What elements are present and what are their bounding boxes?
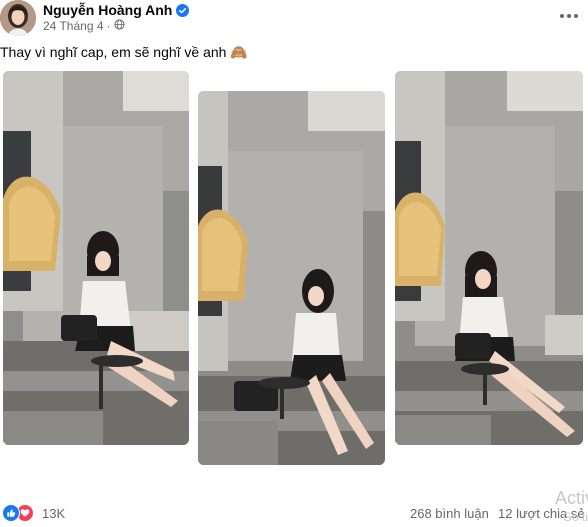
- post-photo-1[interactable]: [3, 71, 189, 445]
- post-date[interactable]: 24 Tháng 4: [43, 19, 104, 33]
- more-dot-icon: [560, 14, 564, 18]
- globe-icon[interactable]: [113, 19, 125, 33]
- more-dot-icon: [567, 14, 571, 18]
- post-header: Nguyễn Hoàng Anh 24 Tháng 4 ·: [0, 0, 588, 40]
- avatar[interactable]: [0, 0, 36, 36]
- meta-separator: ·: [106, 19, 111, 33]
- post-photo-3[interactable]: [395, 71, 583, 445]
- verified-badge-icon: [176, 3, 190, 17]
- post-photo-2[interactable]: [198, 91, 385, 465]
- more-dot-icon: [574, 14, 578, 18]
- post-footer: 13K 268 bình luận 12 lượt chia sẻ: [0, 500, 588, 527]
- like-icon: [2, 504, 20, 522]
- more-options-button[interactable]: [556, 6, 582, 26]
- post-meta: 24 Tháng 4 ·: [43, 19, 125, 33]
- reaction-count: 13K: [42, 505, 66, 521]
- activation-watermark-sub: Go to: [562, 510, 588, 524]
- post-caption: Thay vì nghĩ cap, em sẽ nghĩ về anh 🙈: [0, 44, 248, 60]
- activation-watermark: Activ: [554, 488, 588, 508]
- author-name-text[interactable]: Nguyễn Hoàng Anh: [43, 2, 172, 18]
- comments-count[interactable]: 268 bình luận: [410, 506, 489, 521]
- author-name[interactable]: Nguyễn Hoàng Anh: [43, 2, 190, 18]
- reactions-summary[interactable]: 13K: [2, 504, 65, 522]
